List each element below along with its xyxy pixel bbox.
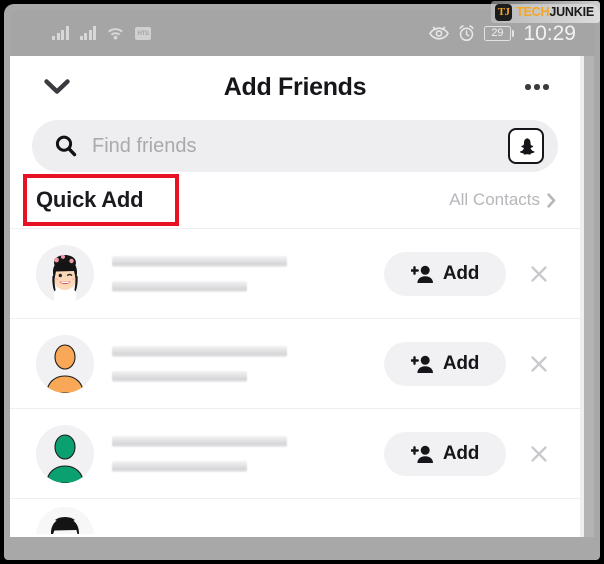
username-redacted-bar (112, 370, 247, 382)
add-button-label: Add (442, 352, 480, 374)
avatar (36, 507, 94, 534)
techjunkie-watermark: TJ TECHJUNKIE (491, 1, 600, 23)
app-header: Add Friends (10, 56, 580, 118)
battery-indicator: 29 (483, 25, 515, 41)
close-icon[interactable] (522, 437, 556, 471)
quick-add-section-header: Quick Add All Contacts (10, 172, 580, 228)
battery-percent-label: 29 (491, 26, 504, 39)
name-redacted-bar (112, 435, 287, 447)
brand-junkie: JUNKIE (549, 4, 594, 19)
app-screen: Add Friends Quick Add (10, 56, 580, 537)
quick-add-list: Add Add Add (10, 228, 580, 534)
techjunkie-badge-icon: TJ (495, 3, 513, 21)
screen-bottom-rail (10, 537, 594, 556)
name-redacted-bar (112, 345, 287, 357)
add-friend-button[interactable]: Add (384, 431, 506, 476)
page-title: Add Friends (223, 72, 367, 101)
name-redacted-bar (112, 255, 287, 267)
status-bar-right: 29 10:29 (429, 23, 576, 44)
signal-bars-icon (52, 26, 69, 40)
add-button-label: Add (442, 442, 480, 464)
add-person-icon (410, 445, 433, 463)
all-contacts-link[interactable]: All Contacts (449, 190, 556, 210)
list-item[interactable]: Add (10, 408, 580, 498)
add-button-label: Add (442, 262, 480, 284)
techjunkie-badge-text: TJ (497, 5, 510, 18)
add-person-icon (410, 265, 433, 283)
close-icon[interactable] (522, 257, 556, 291)
section-title: Quick Add (36, 187, 144, 212)
username-redacted-bar (112, 280, 247, 292)
alarm-clock-icon (459, 24, 474, 41)
signal-bars-icon (79, 26, 96, 40)
eye-icon (429, 26, 449, 40)
avatar (36, 424, 94, 483)
more-options-icon[interactable] (520, 70, 554, 104)
search-section (10, 118, 580, 172)
list-item[interactable] (10, 498, 580, 534)
add-friend-button[interactable]: Add (384, 341, 506, 386)
username-redacted-bar (112, 460, 247, 472)
avatar (36, 334, 94, 393)
search-input[interactable] (92, 134, 508, 158)
add-friend-button[interactable]: Add (384, 251, 506, 296)
status-bar-clock: 10:29 (523, 21, 576, 45)
search-icon (55, 135, 77, 157)
snapchat-ghost-icon[interactable] (508, 128, 544, 164)
name-placeholder (112, 345, 384, 382)
status-bar-left: HTS (52, 26, 151, 40)
hd-voice-icon: HTS (135, 27, 151, 40)
device-frame: HTS 29 10:29 TJ TECHJUNKIE Add Friends F… (0, 0, 604, 564)
all-contacts-label: All Contacts (449, 190, 540, 209)
avatar (36, 244, 94, 303)
name-placeholder (112, 435, 384, 472)
brand-tech: TECH (516, 4, 550, 19)
close-icon[interactable] (522, 347, 556, 381)
techjunkie-brand-text: TECHJUNKIE (516, 6, 594, 19)
search-bar[interactable] (32, 120, 558, 172)
list-item[interactable]: Add (10, 318, 580, 408)
chevron-right-icon (547, 192, 556, 208)
wifi-icon (108, 28, 123, 40)
add-person-icon (410, 355, 433, 373)
screen-right-rail (580, 56, 594, 537)
name-placeholder (112, 255, 384, 292)
list-item[interactable]: Add (10, 228, 580, 318)
chevron-down-icon[interactable] (40, 70, 74, 104)
